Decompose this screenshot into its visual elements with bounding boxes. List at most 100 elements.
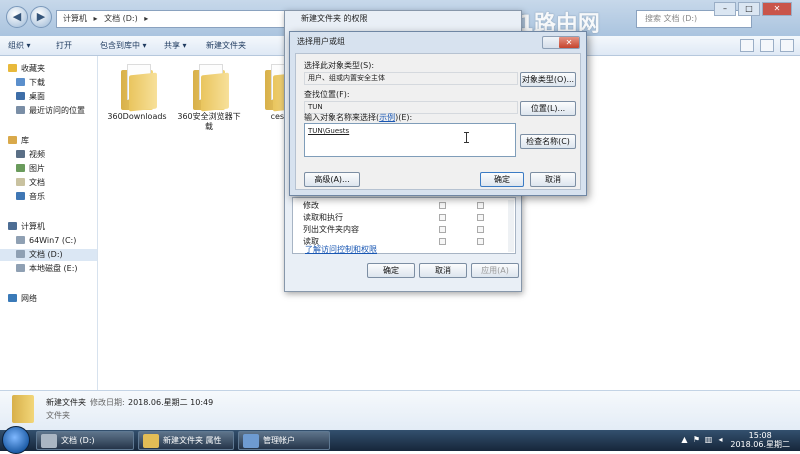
details-pane: 新建文件夹 修改日期: 2018.06.星期二 10:49 文件夹 (0, 390, 800, 430)
computer-icon (8, 222, 17, 230)
folder-label: 360安全浏览器下载 (177, 112, 241, 131)
system-clock[interactable]: 15:08 2018.06.星期二 (730, 431, 790, 449)
volume-icon[interactable]: ◂ (716, 434, 725, 445)
navigation-pane: 收藏夹 下载 桌面 最近访问的位置 库 视频 图片 文档 音乐 计算机 64Wi… (0, 56, 98, 390)
start-button[interactable] (2, 426, 30, 454)
check-names-button[interactable]: 检查名称(C) (520, 134, 576, 149)
drive-icon (16, 264, 25, 272)
address-part-computer[interactable]: 计算机 (63, 14, 87, 23)
folder-item[interactable]: 360Downloads (102, 60, 172, 122)
open-button[interactable]: 打开 (56, 40, 72, 51)
nav-drive-e[interactable]: 本地磁盘 (E:) (16, 263, 78, 275)
nav-documents[interactable]: 文档 (16, 177, 45, 189)
network-icon (8, 294, 17, 302)
preview-pane-button[interactable] (760, 39, 774, 52)
library-icon (8, 136, 17, 144)
locations-button[interactable]: 位置(L)... (520, 101, 576, 116)
nav-desktop[interactable]: 桌面 (16, 91, 45, 103)
close-icon[interactable]: ✕ (559, 37, 579, 48)
nav-pictures-label: 图片 (29, 164, 45, 173)
object-type-label: 选择此对象类型(S): (304, 61, 375, 70)
advanced-button[interactable]: 高级(A)... (304, 172, 360, 187)
system-tray: ▲ ⚑ ▥ ◂ (680, 434, 728, 445)
perm-row-label: 修改 (303, 201, 319, 210)
star-icon (8, 64, 17, 72)
nav-pictures[interactable]: 图片 (16, 163, 45, 175)
maximize-button[interactable]: □ (738, 2, 760, 16)
dialog-ok-button[interactable]: 确定 (480, 172, 524, 187)
nav-recent-label: 最近访问的位置 (29, 106, 85, 115)
nav-drive-c[interactable]: 64Win7 (C:) (16, 235, 76, 247)
drive-icon (41, 434, 57, 448)
allow-checkbox[interactable] (439, 226, 446, 233)
taskbar-item-properties[interactable]: 新建文件夹 属性 (138, 431, 234, 450)
address-separator[interactable]: ▸ (144, 14, 148, 23)
dialog-cancel-button[interactable]: 取消 (530, 172, 576, 187)
allow-checkbox[interactable] (439, 214, 446, 221)
nav-videos[interactable]: 视频 (16, 149, 45, 161)
clock-time: 15:08 (748, 431, 772, 440)
nav-music[interactable]: 音乐 (16, 191, 45, 203)
deny-checkbox[interactable] (477, 226, 484, 233)
back-button[interactable]: ◀ (6, 6, 28, 28)
nav-libraries[interactable]: 库 (8, 135, 29, 147)
permissions-ok-button[interactable]: 确定 (367, 263, 415, 278)
taskbar: 文档 (D:) 新建文件夹 属性 管理帐户 ▲ ⚑ ▥ ◂ 15:08 2018… (0, 426, 800, 454)
view-options-button[interactable] (740, 39, 754, 52)
permissions-cancel-button[interactable]: 取消 (419, 263, 467, 278)
nav-drive-c-label: 64Win7 (C:) (29, 236, 77, 245)
folder-label: 360Downloads (107, 112, 167, 121)
help-button[interactable] (780, 39, 794, 52)
nav-downloads[interactable]: 下载 (16, 77, 45, 89)
nav-recent[interactable]: 最近访问的位置 (16, 105, 85, 117)
nav-downloads-label: 下载 (29, 78, 45, 87)
permissions-scrollbar[interactable] (508, 200, 514, 252)
perm-row-label: 列出文件夹内容 (303, 225, 359, 234)
taskbar-item-accounts[interactable]: 管理帐户 (238, 431, 330, 450)
folder-icon (117, 60, 157, 112)
drive-icon (16, 236, 25, 244)
object-names-input[interactable]: TUN\Guests (304, 123, 516, 157)
taskbar-item-label: 新建文件夹 属性 (163, 436, 222, 445)
minimize-button[interactable]: – (714, 2, 736, 16)
close-button[interactable]: ✕ (762, 2, 792, 16)
new-folder-button[interactable]: 新建文件夹 (206, 40, 246, 51)
folder-icon (143, 434, 159, 448)
address-separator[interactable]: ▸ (94, 14, 98, 23)
permissions-apply-button[interactable]: 应用(A) (471, 263, 519, 278)
allow-checkbox[interactable] (439, 202, 446, 209)
forward-button[interactable]: ▶ (30, 6, 52, 28)
clock-date: 2018.06.星期二 (730, 440, 790, 449)
nav-computer[interactable]: 计算机 (8, 221, 45, 233)
organize-button[interactable]: 组织 ▾ (8, 40, 31, 51)
access-control-help-link[interactable]: 了解访问控制和权限 (305, 244, 377, 255)
details-name: 新建文件夹 (46, 398, 86, 407)
nav-network[interactable]: 网络 (8, 293, 37, 305)
network-icon[interactable]: ▥ (704, 434, 713, 445)
deny-checkbox[interactable] (477, 214, 484, 221)
allow-checkbox[interactable] (439, 238, 446, 245)
address-part-drive[interactable]: 文档 (D:) (104, 14, 138, 23)
enter-label-part: )(E): (395, 113, 413, 122)
object-type-field: 用户、组或内置安全主体 (304, 72, 518, 85)
share-button[interactable]: 共享 ▾ (164, 40, 187, 51)
object-types-button[interactable]: 对象类型(O)... (520, 72, 576, 87)
recent-places-icon (16, 106, 25, 114)
permissions-dialog-title: 新建文件夹 的权限 (301, 14, 368, 23)
examples-link[interactable]: 示例 (379, 113, 395, 122)
location-label: 查找位置(F): (304, 90, 350, 99)
folder-item[interactable]: 360安全浏览器下载 (174, 60, 244, 132)
drive-icon (16, 250, 25, 258)
nav-documents-label: 文档 (29, 178, 45, 187)
nav-network-label: 网络 (21, 294, 37, 303)
window-controls: – □ ✕ (712, 2, 792, 16)
nav-drive-d-label: 文档 (D:) (29, 250, 63, 259)
nav-favorites[interactable]: 收藏夹 (8, 63, 45, 75)
deny-checkbox[interactable] (477, 238, 484, 245)
include-in-library-button[interactable]: 包含到库中 ▾ (100, 40, 147, 51)
nav-drive-d[interactable]: 文档 (D:) (0, 249, 97, 261)
show-hidden-icons-icon[interactable]: ▲ (680, 434, 689, 445)
notification-icon[interactable]: ⚑ (692, 434, 701, 445)
deny-checkbox[interactable] (477, 202, 484, 209)
taskbar-item-explorer[interactable]: 文档 (D:) (36, 431, 134, 450)
